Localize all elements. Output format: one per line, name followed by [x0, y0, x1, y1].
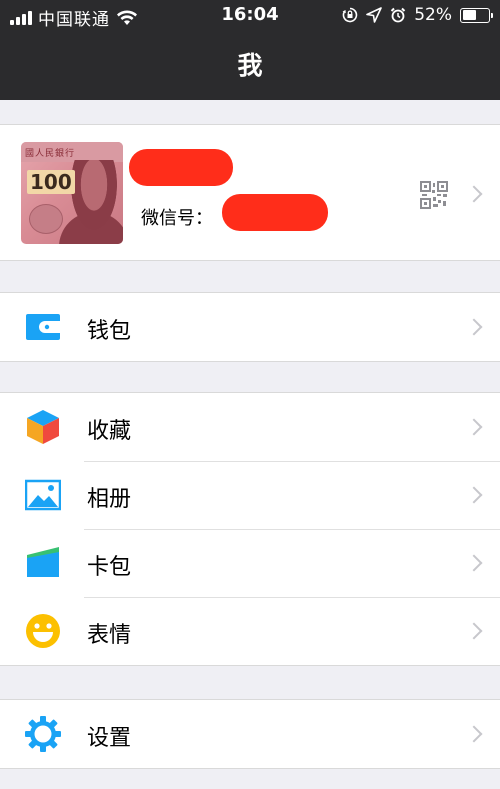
top-bar: 中国联通 16:04 52% 我 [0, 0, 500, 100]
card-package-icon [27, 547, 59, 577]
sticker-smile-icon [26, 614, 60, 648]
battery-icon [460, 7, 493, 23]
avatar-banknote-denomination: 100 [27, 170, 75, 194]
page-title: 我 [237, 51, 263, 80]
redacted-wechat-id [222, 194, 328, 231]
chevron-right-icon [465, 554, 483, 572]
chevron-right-icon [465, 418, 483, 436]
album-photo-icon [25, 479, 61, 511]
avatar-banknote-emblem [29, 204, 63, 234]
menu-item-settings[interactable]: 设置 [0, 700, 500, 768]
status-bar: 中国联通 16:04 52% [0, 0, 500, 32]
avatar-banknote-text: 國人民銀行 [25, 149, 76, 159]
profile-card[interactable]: 國人民銀行 100 微信号： [0, 124, 500, 261]
menu-item-label: 相册 [87, 487, 132, 512]
menu-item-label: 钱包 [87, 319, 132, 344]
chevron-right-icon [465, 622, 483, 640]
menu-item-label: 设置 [87, 726, 132, 751]
menu-item-card-package[interactable]: 卡包 [0, 529, 500, 597]
chevron-right-icon [465, 486, 483, 504]
menu-item-album[interactable]: 相册 [0, 461, 500, 529]
chevron-right-icon [465, 185, 483, 203]
menu-item-label: 收藏 [87, 419, 132, 444]
alarm-icon [390, 7, 406, 23]
menu-item-label: 卡包 [87, 555, 132, 580]
status-right: 52% [342, 5, 493, 25]
wallet-icon [26, 314, 60, 340]
menu-item-label: 表情 [87, 623, 132, 648]
favorites-cube-icon [27, 410, 59, 444]
redacted-nickname [129, 149, 233, 186]
menu-item-wallet[interactable]: 钱包 [0, 293, 500, 361]
battery-percent: 52% [414, 5, 452, 25]
chevron-right-icon [465, 318, 483, 336]
location-icon [366, 7, 383, 23]
orientation-lock-icon [342, 7, 358, 23]
menu-item-stickers[interactable]: 表情 [0, 597, 500, 665]
battery-fill [462, 10, 476, 20]
settings-gear-icon [25, 716, 61, 752]
chevron-right-icon [465, 725, 483, 743]
qr-code-icon[interactable] [420, 181, 448, 209]
avatar[interactable]: 國人民銀行 100 [21, 142, 123, 244]
menu-item-favorites[interactable]: 收藏 [0, 393, 500, 461]
menu-group-settings: 设置 [0, 699, 500, 769]
wechat-id-label: 微信号： [141, 208, 213, 229]
menu-group-content: 收藏 相册 卡包 表情 [0, 392, 500, 666]
avatar-portrait [71, 160, 117, 230]
menu-group-wallet: 钱包 [0, 292, 500, 362]
